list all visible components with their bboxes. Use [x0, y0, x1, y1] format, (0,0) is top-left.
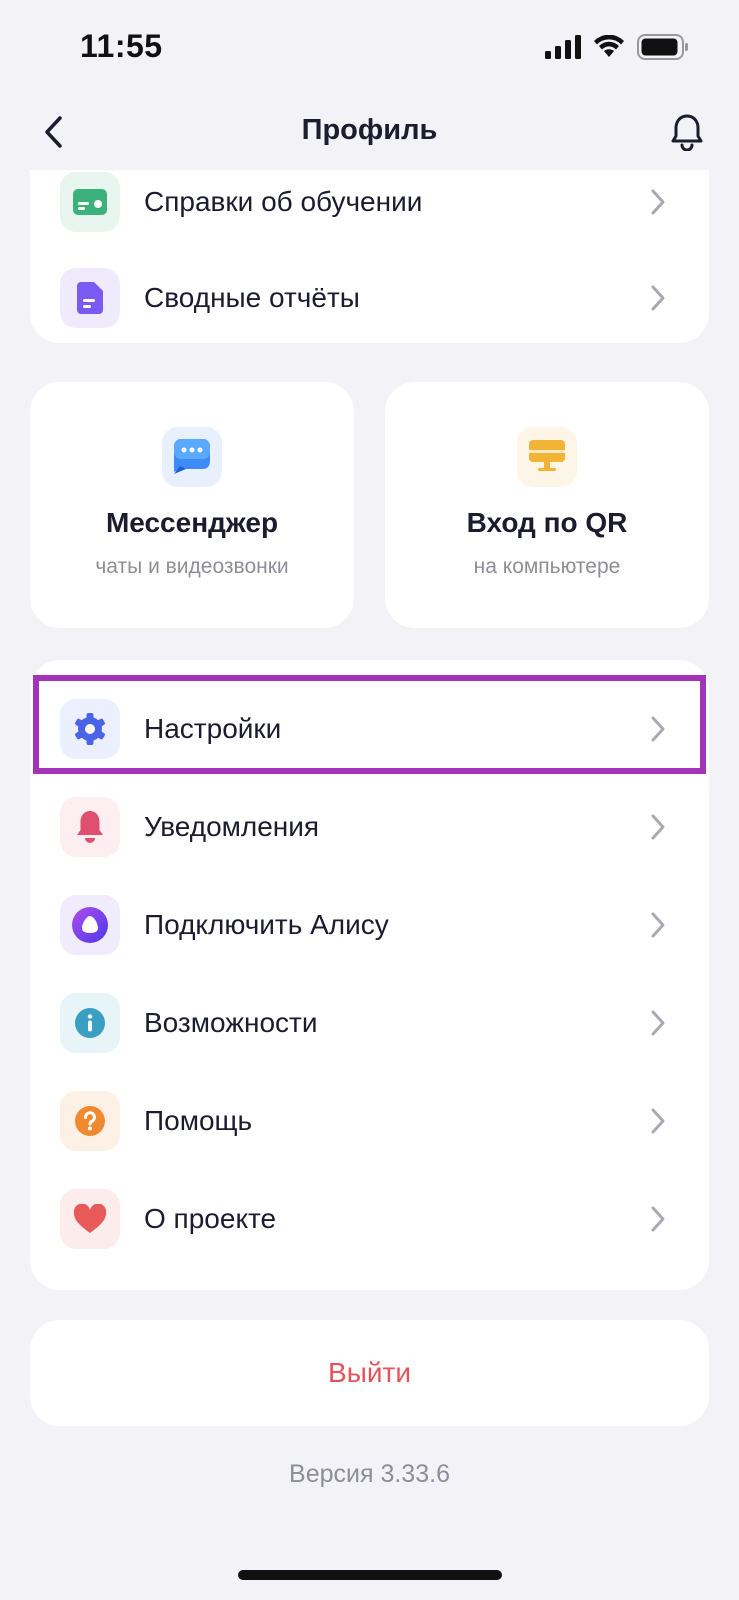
list-item-label: Настройки [144, 713, 282, 744]
chevron-right-icon [647, 714, 669, 744]
list-item-about[interactable]: О проекте [30, 1170, 709, 1268]
list-item-label: Справки об обучении [144, 186, 423, 217]
list-item-settings[interactable]: Настройки [30, 680, 709, 778]
app-version: Версия 3.33.6 [289, 1460, 450, 1488]
home-indicator[interactable] [238, 1570, 502, 1580]
logout-label: Выйти [328, 1357, 411, 1388]
chevron-right-icon [647, 1204, 669, 1234]
qr-login-tile[interactable]: Вход по QR на компьютере [385, 382, 709, 628]
tile-title: Вход по QR [466, 507, 628, 538]
list-item-features[interactable]: Возможности [30, 974, 709, 1072]
chevron-right-icon [647, 283, 669, 313]
notifications-button[interactable] [665, 110, 709, 154]
list-item-label: Подключить Алису [144, 909, 389, 940]
status-time: 11:55 [80, 28, 163, 64]
tile-title: Мессенджер [105, 507, 279, 538]
list-item-label: Сводные отчёты [144, 282, 360, 313]
nav-header: Профиль [0, 98, 739, 170]
tile-subtitle: чаты и видеозвонки [95, 555, 289, 578]
list-item-label: Возможности [144, 1007, 318, 1038]
battery-icon [637, 34, 689, 65]
chevron-right-icon [647, 910, 669, 940]
profile-scroll-content[interactable]: Справки об обучении Сводные отчёты Мессе… [0, 170, 739, 1600]
tile-subtitle: на компьютере [473, 555, 621, 578]
documents-card: Справки об обучении Сводные отчёты [30, 170, 709, 343]
help-icon [60, 1091, 120, 1151]
chevron-right-icon [647, 187, 669, 217]
list-item-help[interactable]: Помощь [30, 1072, 709, 1170]
list-item-alice[interactable]: Подключить Алису [30, 876, 709, 974]
list-item-label: О проекте [144, 1203, 277, 1234]
messenger-tile[interactable]: Мессенджер чаты и видеозвонки [30, 382, 354, 628]
chevron-right-icon [647, 1008, 669, 1038]
list-item-label: Уведомления [144, 811, 320, 842]
bell-outline-icon [671, 114, 703, 151]
status-bar: 11:55 [0, 0, 739, 100]
computer-icon [517, 427, 577, 487]
chat-icon [162, 427, 222, 487]
info-icon [60, 993, 120, 1053]
status-icons [545, 34, 689, 65]
chevron-right-icon [647, 812, 669, 842]
list-item-notifications[interactable]: Уведомления [30, 778, 709, 876]
cellular-signal-icon [545, 35, 581, 64]
settings-menu-card: Настройки Уведомления Подключить Алису В… [30, 660, 709, 1290]
alice-icon [60, 895, 120, 955]
heart-icon [60, 1189, 120, 1249]
certificate-icon [60, 172, 120, 232]
bell-icon [60, 797, 120, 857]
logout-button[interactable]: Выйти [30, 1320, 709, 1426]
list-item-certificates[interactable]: Справки об обучении [30, 170, 709, 251]
gear-icon [60, 699, 120, 759]
report-icon [60, 268, 120, 328]
page-title: Профиль [301, 114, 438, 146]
list-item-reports[interactable]: Сводные отчёты [30, 249, 709, 347]
chevron-right-icon [647, 1106, 669, 1136]
wifi-icon [593, 34, 625, 64]
list-item-label: Помощь [144, 1105, 253, 1136]
